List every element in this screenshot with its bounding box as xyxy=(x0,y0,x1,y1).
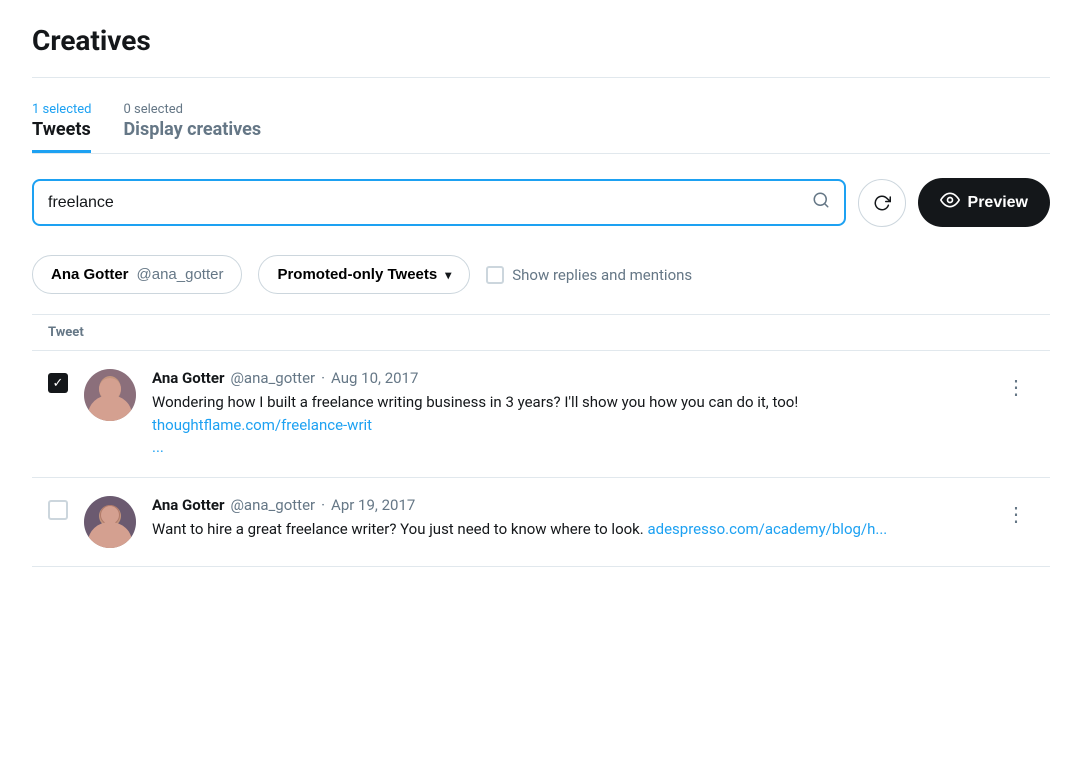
tweet-link-1[interactable]: thoughtflame.com/freelance-writ... xyxy=(152,416,372,457)
checked-icon[interactable]: ✓ xyxy=(48,373,68,393)
tabs-divider xyxy=(32,153,1050,154)
author-name: Ana Gotter xyxy=(51,266,129,283)
tweet-text-1: Wondering how I built a freelance writin… xyxy=(152,391,982,459)
table-row: Ana Gotter @ana_gotter · Apr 19, 2017 Wa… xyxy=(32,478,1050,567)
more-options-button-1[interactable]: ⋮ xyxy=(998,371,1034,403)
search-input[interactable] xyxy=(48,194,802,212)
tweets-tab-label: Tweets xyxy=(32,119,91,140)
tweet-content-1: Ana Gotter @ana_gotter · Aug 10, 2017 Wo… xyxy=(152,369,982,459)
tweet-author-name: Ana Gotter xyxy=(152,496,224,514)
tweet-content-2: Ana Gotter @ana_gotter · Apr 19, 2017 Wa… xyxy=(152,496,982,541)
tweet-author-name: Ana Gotter xyxy=(152,369,224,387)
tweet-author-handle: @ana_gotter xyxy=(230,369,315,387)
tweet-checkbox-2[interactable] xyxy=(48,500,68,520)
show-replies-label[interactable]: Show replies and mentions xyxy=(486,266,692,284)
eye-icon xyxy=(940,190,960,215)
title-divider xyxy=(32,77,1050,78)
tabs-container: 1 selected Tweets 0 selected Display cre… xyxy=(32,102,1050,153)
tweets-tab-count: 1 selected xyxy=(32,102,91,117)
search-box xyxy=(32,179,846,226)
refresh-button[interactable] xyxy=(858,179,906,227)
tweet-meta-2: Ana Gotter @ana_gotter · Apr 19, 2017 xyxy=(152,496,982,514)
tweet-text-2: Want to hire a great freelance writer? Y… xyxy=(152,518,982,541)
tab-tweets[interactable]: 1 selected Tweets xyxy=(32,102,91,153)
tweet-type-label: Promoted-only Tweets xyxy=(277,266,437,283)
author-filter-button[interactable]: Ana Gotter @ana_gotter xyxy=(32,255,242,294)
show-replies-checkbox[interactable] xyxy=(486,266,504,284)
author-handle: @ana_gotter xyxy=(137,266,224,283)
search-row: Preview xyxy=(32,178,1050,227)
display-tab-label: Display creatives xyxy=(123,119,261,140)
filter-row: Ana Gotter @ana_gotter Promoted-only Twe… xyxy=(32,255,1050,294)
tweet-type-button[interactable]: Promoted-only Tweets ▾ xyxy=(258,255,470,294)
tweet-checkbox-1[interactable]: ✓ xyxy=(48,373,68,393)
show-replies-text: Show replies and mentions xyxy=(512,266,692,284)
table-header: Tweet xyxy=(32,315,1050,351)
table-row: ✓ Ana Gotter @ana_gotter · A xyxy=(32,351,1050,478)
avatar xyxy=(84,496,136,548)
page-title: Creatives xyxy=(32,24,1050,57)
tweet-table: Tweet ✓ Ana Gotter @an xyxy=(32,314,1050,567)
chevron-down-icon: ▾ xyxy=(445,268,451,282)
tweet-date: Apr 19, 2017 xyxy=(331,496,415,514)
tweet-date: Aug 10, 2017 xyxy=(331,369,418,387)
more-options-button-2[interactable]: ⋮ xyxy=(998,498,1034,530)
preview-label: Preview xyxy=(968,194,1028,212)
tweet-author-handle: @ana_gotter xyxy=(230,496,315,514)
tweet-link-2[interactable]: adespresso.com/academy/blog/h... xyxy=(647,520,887,538)
display-tab-count: 0 selected xyxy=(123,102,261,117)
preview-button[interactable]: Preview xyxy=(918,178,1050,227)
avatar xyxy=(84,369,136,421)
unchecked-checkbox[interactable] xyxy=(48,500,68,520)
tab-display-creatives[interactable]: 0 selected Display creatives xyxy=(123,102,261,153)
search-icon xyxy=(812,191,830,214)
tweet-meta-1: Ana Gotter @ana_gotter · Aug 10, 2017 xyxy=(152,369,982,387)
